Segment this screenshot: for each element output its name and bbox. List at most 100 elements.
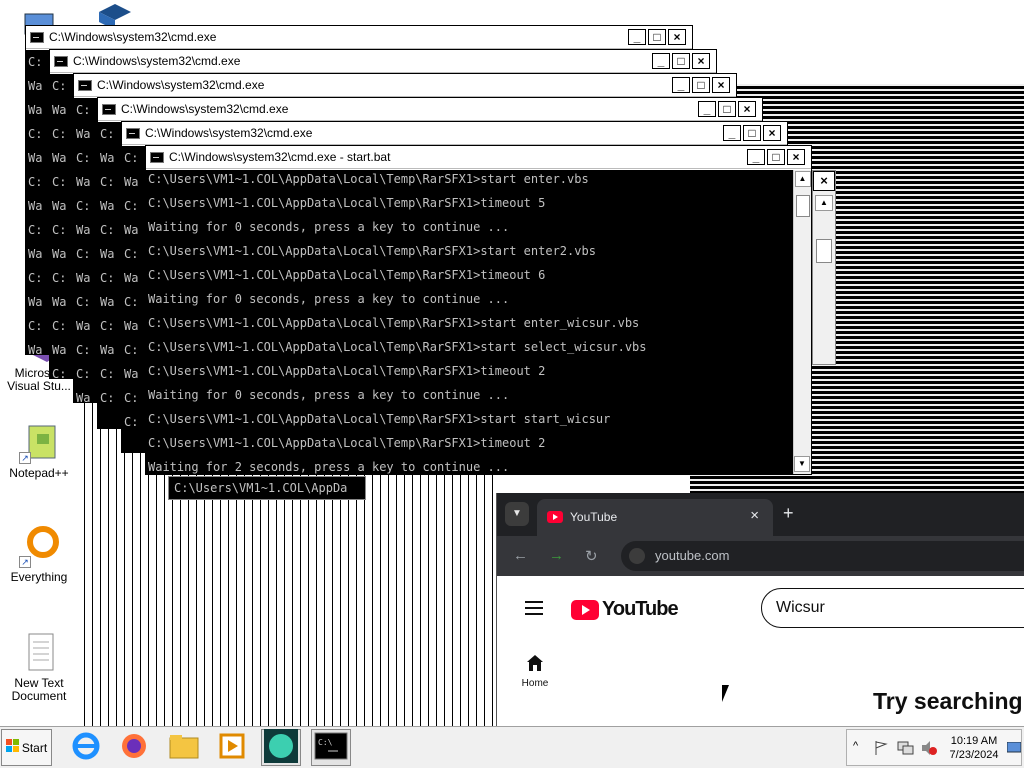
- scroll-up-icon[interactable]: ▲: [794, 171, 811, 187]
- desktop-icon-everything[interactable]: ↗ Everything: [0, 524, 78, 584]
- taskbar-media-player[interactable]: [212, 729, 252, 766]
- minimize-button[interactable]: _: [723, 125, 741, 141]
- cmd-title-bar[interactable]: C:\Windows\system32\cmd.exe _ □ ×: [50, 50, 716, 73]
- menu-hamburger-icon[interactable]: [525, 601, 543, 619]
- maximize-button[interactable]: □: [743, 125, 761, 141]
- close-button[interactable]: ×: [738, 101, 756, 117]
- reload-icon[interactable]: ↻: [585, 547, 598, 565]
- address-bar[interactable]: youtube.com: [621, 541, 1024, 571]
- forward-arrow-icon[interactable]: →: [549, 547, 564, 564]
- network-icon[interactable]: [897, 740, 915, 759]
- minimize-button[interactable]: _: [672, 77, 690, 93]
- clock-date: 7/23/2024: [949, 749, 999, 761]
- close-button[interactable]: ×: [813, 171, 835, 191]
- cmd-window-title: C:\Windows\system32\cmd.exe: [73, 54, 241, 68]
- shortcut-arrow-icon: ↗: [19, 556, 31, 568]
- minimize-button[interactable]: _: [698, 101, 716, 117]
- close-button[interactable]: ×: [668, 29, 686, 45]
- taskbar-firefox[interactable]: [114, 729, 154, 766]
- system-tray: ^ 10:19 AM 7/23/2024: [846, 729, 1022, 766]
- tab-search-chevron-icon[interactable]: ▼: [505, 502, 529, 526]
- clock-time: 10:19 AM: [950, 735, 998, 747]
- cmd-title-bar[interactable]: C:\Windows\system32\cmd.exe _ □ ×: [74, 74, 736, 97]
- console-line: C:\Users\VM1~1.COL\AppData\Local\Temp\Ra…: [148, 172, 589, 186]
- cmd-scrollbar[interactable]: ▲ ▼: [793, 170, 811, 474]
- file-explorer-icon: [168, 732, 200, 763]
- console-line: C:\Users\VM1~1.COL\AppData\Local\Temp\Ra…: [148, 244, 596, 258]
- console-line: C:\Users\VM1~1.COL\AppData\Local\Temp\Ra…: [148, 340, 647, 354]
- close-button[interactable]: ×: [712, 77, 730, 93]
- cmd-title-bar[interactable]: C:\Windows\system32\cmd.exe - start.bat …: [146, 146, 811, 169]
- cmd-title-bar[interactable]: C:\Windows\system32\cmd.exe _ □ ×: [26, 26, 692, 49]
- volume-muted-icon[interactable]: [921, 740, 937, 759]
- close-button[interactable]: ×: [763, 125, 781, 141]
- maximize-button[interactable]: □: [672, 53, 690, 69]
- nav-home-label: Home: [521, 678, 549, 689]
- tab-title: YouTube: [570, 510, 618, 524]
- minimize-button[interactable]: _: [652, 53, 670, 69]
- console-line: C:\Users\VM1~1.COL\AppData\Local\Temp\Ra…: [148, 436, 546, 450]
- app-icon: [264, 729, 298, 766]
- taskbar-app[interactable]: [261, 729, 301, 766]
- youtube-favicon-icon: [547, 511, 563, 523]
- new-tab-button[interactable]: +: [783, 503, 794, 524]
- ghost-cmd-line: C:\Users\VM1~1.COL\AppDa: [168, 476, 366, 500]
- clock[interactable]: 10:19 AM 7/23/2024: [939, 734, 1009, 762]
- nav-home[interactable]: Home: [513, 654, 557, 689]
- start-button[interactable]: Start: [1, 729, 52, 766]
- desktop-icon-notepad-plus-plus[interactable]: ↗ Notepad++: [0, 420, 78, 480]
- cmd-icon: [30, 31, 44, 43]
- youtube-logo[interactable]: YouTube: [571, 598, 679, 621]
- media-player-icon: [217, 731, 247, 764]
- cmd-console[interactable]: C:\Users\VM1~1.COL\AppData\Local\Temp\Ra…: [146, 170, 793, 474]
- console-line: Waiting for 0 seconds, press a key to co…: [148, 292, 510, 306]
- tab-strip: ▼ YouTube × +: [497, 493, 1024, 536]
- start-label: Start: [21, 740, 48, 755]
- minimize-button[interactable]: _: [628, 29, 646, 45]
- close-button[interactable]: ×: [692, 53, 710, 69]
- maximize-button[interactable]: □: [692, 77, 710, 93]
- windows-logo-icon: [5, 739, 20, 756]
- cmd-window-title: C:\Windows\system32\cmd.exe: [97, 78, 265, 92]
- search-input[interactable]: Wicsur: [761, 588, 1024, 628]
- cmd-icon: [78, 79, 92, 91]
- browser-window[interactable]: ▼ YouTube × + ← → ↻ youtube.com YouTube …: [496, 493, 1024, 726]
- text-document-icon: [17, 630, 61, 674]
- maximize-button[interactable]: □: [767, 149, 785, 165]
- close-button[interactable]: ×: [787, 149, 805, 165]
- desktop-icon-label: New Text Document: [11, 676, 67, 703]
- minimize-button[interactable]: _: [747, 149, 765, 165]
- console-line: C:\Users\VM1~1.COL\AppData\Local\Temp\Ra…: [148, 268, 546, 282]
- maximize-button[interactable]: □: [718, 101, 736, 117]
- tab-youtube[interactable]: YouTube ×: [537, 499, 773, 536]
- tab-close-button[interactable]: ×: [750, 507, 759, 524]
- scrollbar-thumb[interactable]: [795, 195, 810, 217]
- cmd-title-bar[interactable]: C:\Windows\system32\cmd.exe _ □ ×: [98, 98, 762, 121]
- notepad-plus-plus-icon: ↗: [17, 420, 61, 464]
- cmd-window-title: C:\Windows\system32\cmd.exe: [121, 102, 289, 116]
- show-hidden-icons-chevron-icon[interactable]: ^: [853, 740, 858, 752]
- site-info-icon[interactable]: [629, 548, 645, 564]
- desktop-icon-new-text-document[interactable]: New Text Document: [0, 630, 78, 703]
- cmd-title-bar[interactable]: C:\Windows\system32\cmd.exe _ □ ×: [122, 122, 787, 145]
- cmd-window-title: C:\Windows\system32\cmd.exe: [49, 30, 217, 44]
- page-heading: Try searching: [873, 688, 1023, 714]
- back-arrow-icon[interactable]: ←: [513, 547, 528, 564]
- taskbar-file-explorer[interactable]: [164, 729, 204, 766]
- action-center-flag-icon[interactable]: [873, 740, 889, 759]
- mouse-cursor-icon: [722, 685, 736, 702]
- desktop-icon-label: Everything: [10, 570, 68, 584]
- address-bar-url: youtube.com: [655, 548, 730, 563]
- scroll-down-icon[interactable]: ▼: [794, 456, 810, 472]
- maximize-button[interactable]: □: [648, 29, 666, 45]
- console-line: Waiting for 0 seconds, press a key to co…: [148, 220, 510, 234]
- show-desktop-icon[interactable]: [1006, 741, 1022, 757]
- scrollbar-thumb[interactable]: [816, 239, 832, 263]
- cmd-window-start-bat[interactable]: C:\Windows\system32\cmd.exe - start.bat …: [145, 145, 812, 475]
- cmd-icon: [126, 127, 140, 139]
- firefox-icon: [119, 731, 149, 764]
- scroll-up-icon[interactable]: ▲: [815, 195, 833, 211]
- youtube-logo-text: YouTube: [602, 598, 679, 620]
- taskbar-ie[interactable]: [66, 729, 106, 766]
- taskbar-cmd[interactable]: C:\: [311, 729, 351, 766]
